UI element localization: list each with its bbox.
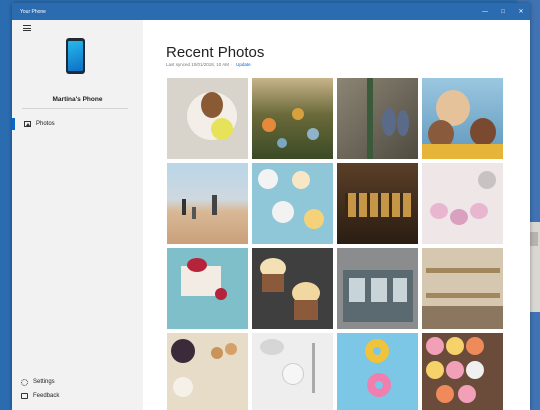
selection-indicator bbox=[12, 118, 15, 130]
title-bar[interactable]: Your Phone — □ ✕ bbox=[12, 3, 530, 20]
photo-tile[interactable] bbox=[252, 333, 333, 410]
sidebar: Martina's Phone Photos Settings Feedback bbox=[12, 20, 143, 410]
photo-tile[interactable] bbox=[252, 78, 333, 159]
photo-tile[interactable] bbox=[422, 78, 503, 159]
sidebar-divider bbox=[22, 108, 128, 109]
sync-status: Last synced 10/01/2018, 10 AM · Update bbox=[166, 62, 251, 67]
phone-icon bbox=[66, 38, 85, 74]
update-link[interactable]: Update bbox=[236, 62, 251, 67]
photo-tile[interactable] bbox=[167, 163, 248, 244]
settings-label: Settings bbox=[33, 379, 55, 385]
photo-tile[interactable] bbox=[337, 78, 418, 159]
page-title: Recent Photos bbox=[166, 44, 265, 61]
sidebar-item-photos[interactable]: Photos bbox=[12, 117, 143, 131]
photo-tile[interactable] bbox=[337, 163, 418, 244]
photo-tile[interactable] bbox=[252, 248, 333, 329]
sidebar-item-feedback[interactable]: Feedback bbox=[12, 390, 143, 402]
photo-icon bbox=[24, 121, 31, 127]
phone-name: Martina's Phone bbox=[52, 96, 103, 103]
gear-icon bbox=[21, 378, 28, 386]
photo-tile[interactable] bbox=[337, 333, 418, 410]
sidebar-item-label: Photos bbox=[36, 121, 55, 127]
sidebar-item-settings[interactable]: Settings bbox=[12, 376, 143, 388]
feedback-icon bbox=[21, 393, 28, 399]
photo-tile[interactable] bbox=[252, 163, 333, 244]
your-phone-window: Your Phone — □ ✕ Martina's Phone Photos … bbox=[12, 3, 530, 410]
hamburger-menu-icon[interactable] bbox=[23, 25, 31, 31]
maximize-button[interactable]: □ bbox=[494, 3, 512, 20]
photo-tile[interactable] bbox=[167, 248, 248, 329]
main-content: Recent Photos Last synced 10/01/2018, 10… bbox=[143, 20, 530, 410]
photo-tile[interactable] bbox=[422, 248, 503, 329]
photo-tile[interactable] bbox=[167, 333, 248, 410]
minimize-button[interactable]: — bbox=[476, 3, 494, 20]
photo-tile[interactable] bbox=[167, 78, 248, 159]
photo-grid bbox=[167, 78, 503, 410]
sync-separator: · bbox=[230, 62, 232, 67]
close-button[interactable]: ✕ bbox=[512, 3, 530, 20]
feedback-label: Feedback bbox=[33, 393, 60, 399]
window-title: Your Phone bbox=[20, 8, 46, 15]
photo-tile[interactable] bbox=[422, 333, 503, 410]
sync-text: Last synced 10/01/2018, 10 AM bbox=[166, 62, 230, 67]
photo-tile[interactable] bbox=[422, 163, 503, 244]
photo-tile[interactable] bbox=[337, 248, 418, 329]
